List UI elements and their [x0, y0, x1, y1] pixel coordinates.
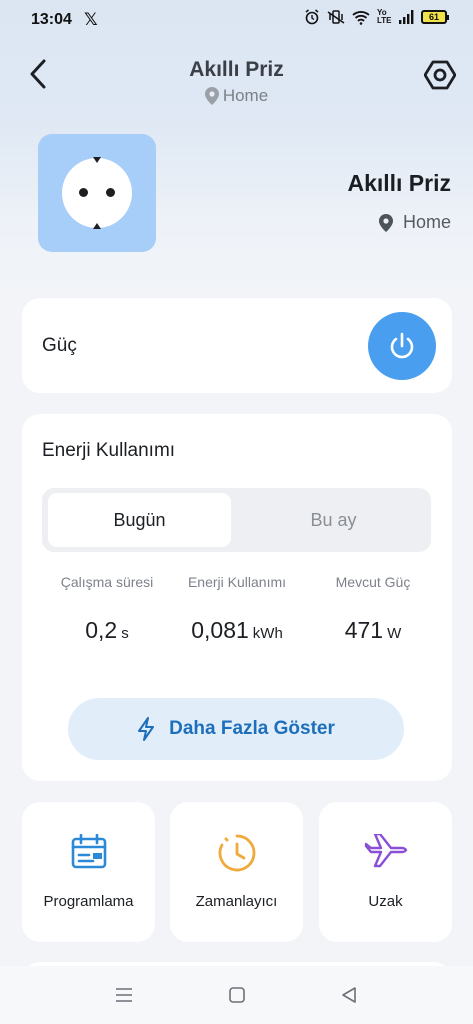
power-label: Güç [42, 335, 77, 356]
feature-timer[interactable]: Zamanlayıcı [170, 802, 303, 942]
battery-icon: 61 [421, 10, 449, 24]
feature-label: Programlama [43, 893, 134, 910]
feature-label: Zamanlayıcı [195, 893, 278, 910]
stat-label: Çalışma süresi [60, 574, 154, 590]
stat-runtime: Çalışma süresi 0,2 s [37, 574, 177, 644]
timer-icon [218, 834, 255, 872]
stat-unit: W [387, 625, 402, 642]
stat-label: Enerji Kullanımı [187, 574, 287, 590]
network-label: Yo LTE [377, 8, 392, 25]
system-nav-bar [0, 966, 473, 1024]
energy-usage-card: Enerji Kullanımı Bugün Bu ay Çalışma sür… [22, 414, 452, 781]
stat-value: 471 W [303, 617, 443, 644]
feature-label: Uzak [368, 893, 403, 910]
app-header: Akıllı Priz Home [0, 50, 473, 120]
feature-away[interactable]: Uzak [319, 802, 452, 942]
status-icons: Yo LTE 61 [304, 8, 449, 25]
period-segmented-control: Bugün Bu ay [42, 488, 431, 552]
calendar-icon [71, 834, 106, 869]
location-pin-icon [204, 87, 219, 105]
energy-title: Enerji Kullanımı [42, 440, 176, 461]
power-card: Güç [22, 298, 452, 393]
menu-icon [116, 988, 132, 1002]
x-app-icon: 𝕏 [84, 10, 98, 29]
stat-energy: Enerji Kullanımı 0,081 kWh [167, 574, 307, 644]
stat-number: 0,2 [85, 617, 118, 643]
power-icon [390, 332, 414, 359]
battery-level: 61 [428, 12, 439, 22]
stat-unit: kWh [252, 625, 283, 642]
tab-this-month[interactable]: Bu ay [242, 493, 425, 547]
stat-number: 0,081 [191, 617, 249, 643]
device-image [38, 134, 156, 252]
stat-unit: s [121, 625, 129, 642]
header-location-label: Home [222, 86, 269, 105]
power-toggle-button[interactable] [368, 312, 436, 380]
page-title: Akıllı Priz [189, 58, 284, 81]
stat-current-power: Mevcut Güç 471 W [303, 574, 443, 644]
airplane-icon [364, 834, 407, 868]
stat-number: 471 [344, 617, 384, 643]
alarm-icon [305, 9, 319, 25]
device-location-label: Home [402, 212, 451, 232]
show-more-button[interactable]: Daha Fazla Göster [68, 698, 404, 760]
wifi-icon [352, 10, 370, 25]
nav-menu-button[interactable] [109, 982, 139, 1008]
header-location: Home [0, 86, 473, 106]
feature-schedule[interactable]: Programlama [22, 802, 155, 942]
stat-value: 0,2 s [37, 617, 177, 644]
nav-home-button[interactable] [222, 982, 252, 1008]
tab-today[interactable]: Bugün [48, 493, 231, 547]
back-triangle-icon [342, 987, 356, 1003]
signal-icon [399, 10, 414, 24]
vibrate-mute-icon [327, 10, 345, 24]
device-location: Home [378, 212, 451, 233]
stat-label: Mevcut Güç [335, 574, 411, 590]
stat-value: 0,081 kWh [167, 617, 307, 644]
show-more-label: Daha Fazla Göster [169, 718, 335, 739]
nav-back-button[interactable] [334, 982, 364, 1008]
socket-icon [62, 157, 132, 229]
status-time: 13:04 [31, 11, 72, 28]
home-square-icon [229, 987, 245, 1003]
energy-stats: Çalışma süresi 0,2 s Enerji Kullanımı 0,0… [42, 574, 431, 654]
hexagon-settings-icon [424, 60, 456, 90]
lightning-icon [138, 717, 155, 741]
location-pin-icon [378, 213, 393, 232]
device-name: Akıllı Priz [347, 170, 451, 196]
settings-button[interactable] [421, 56, 459, 94]
status-bar: 13:04 𝕏 Yo LTE 61 [0, 0, 473, 40]
